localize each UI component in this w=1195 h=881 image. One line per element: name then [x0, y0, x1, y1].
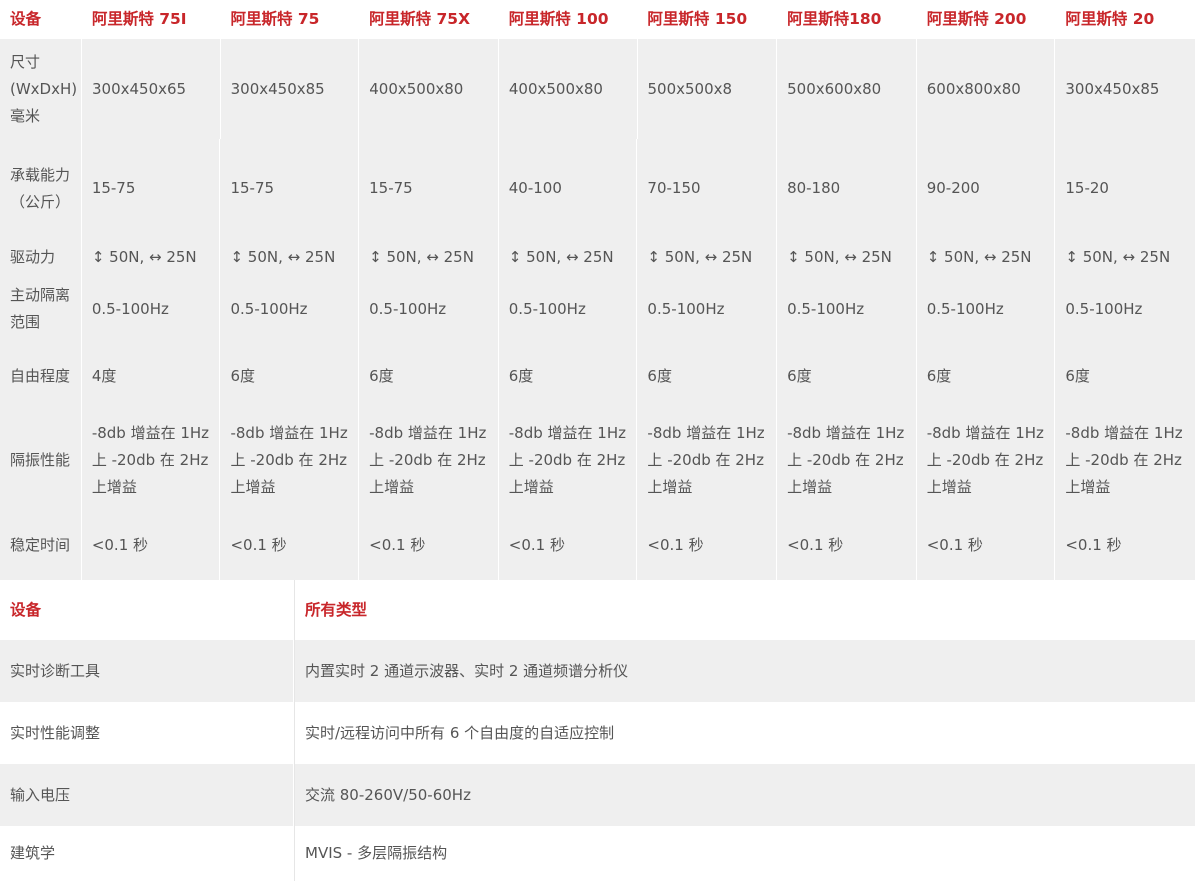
- spec-header-model: 阿里斯特 20: [1065, 10, 1155, 28]
- spec-cell: -8db 增益在 1Hz 上 -20db 在 2Hz 上增益: [499, 410, 638, 510]
- spec-cell: ↕ 50N, ↔ 25N: [637, 238, 778, 276]
- spec-cell: ↕ 50N, ↔ 25N: [917, 238, 1056, 276]
- spec-row-label: 驱动力: [0, 238, 82, 276]
- feature-row-architecture: 建筑学 MVIS - 多层隔振结构: [0, 826, 1195, 881]
- spec-cell: 0.5-100Hz: [220, 276, 360, 342]
- spec-cell: 6度: [637, 342, 778, 410]
- spec-row-label: 隔振性能: [0, 410, 82, 510]
- feature-row-input-voltage: 输入电压 交流 80-260V/50-60Hz: [0, 764, 1195, 826]
- spec-cell: <0.1 秒: [359, 510, 499, 580]
- spec-cell: 80-180: [777, 139, 917, 238]
- spec-cell: 40-100: [499, 139, 638, 238]
- spec-row-settling-time: 稳定时间 <0.1 秒 <0.1 秒 <0.1 秒 <0.1 秒 <0.1 秒 …: [0, 510, 1195, 580]
- spec-cell: -8db 增益在 1Hz 上 -20db 在 2Hz 上增益: [637, 410, 778, 510]
- spec-cell: -8db 增益在 1Hz 上 -20db 在 2Hz 上增益: [82, 410, 221, 510]
- spec-cell: 600x800x80: [917, 39, 1056, 139]
- spec-cell: 400x500x80: [359, 39, 499, 139]
- spec-cell: 70-150: [637, 139, 778, 238]
- spec-cell: 4度: [82, 342, 221, 410]
- spec-cell: 500x600x80: [777, 39, 917, 139]
- spec-cell: ↕ 50N, ↔ 25N: [1065, 247, 1171, 266]
- feature-header-row: 设备 所有类型: [0, 580, 1195, 640]
- spec-header-model: 阿里斯特 200: [917, 0, 1056, 39]
- feature-row-tuning: 实时性能调整 实时/远程访问中所有 6 个自由度的自适应控制: [0, 702, 1195, 764]
- feature-header-all-types: 所有类型: [294, 580, 1195, 640]
- spec-cell: -8db 增益在 1Hz 上 -20db 在 2Hz 上增益: [917, 410, 1056, 510]
- spec-cell: 6度: [777, 342, 917, 410]
- spec-header-model: 阿里斯特180: [777, 0, 917, 39]
- spec-cell: -8db 增益在 1Hz 上 -20db 在 2Hz 上增益: [777, 410, 917, 510]
- spec-row-label: 尺寸(WxDxH) 毫米: [0, 39, 82, 139]
- spec-cell: 15-75: [220, 139, 360, 238]
- spec-cell: <0.1 秒: [1065, 535, 1122, 554]
- spec-header-model: 阿里斯特 75: [220, 0, 360, 39]
- spec-cell: ↕ 50N, ↔ 25N: [499, 238, 638, 276]
- spec-cell: -8db 增益在 1Hz 上 -20db 在 2Hz 上增益: [220, 410, 360, 510]
- spec-cell: 300x450x85: [1065, 79, 1160, 98]
- spec-cell: 90-200: [917, 139, 1056, 238]
- spec-cell: ↕ 50N, ↔ 25N: [777, 238, 917, 276]
- spec-cell: <0.1 秒: [499, 510, 638, 580]
- feature-table: 设备 所有类型 实时诊断工具 内置实时 2 通道示波器、实时 2 通道频谱分析仪…: [0, 580, 1195, 881]
- spec-cell: 0.5-100Hz: [777, 276, 917, 342]
- spec-row-label: 主动隔离范围: [0, 276, 82, 342]
- spec-cell: -8db 增益在 1Hz 上 -20db 在 2Hz 上增益: [359, 410, 499, 510]
- spec-cell: 400x500x80: [499, 39, 638, 139]
- spec-row-isolation-range: 主动隔离范围 0.5-100Hz 0.5-100Hz 0.5-100Hz 0.5…: [0, 276, 1195, 342]
- spec-cell: 15-20: [1065, 179, 1109, 197]
- feature-row-diagnostics: 实时诊断工具 内置实时 2 通道示波器、实时 2 通道频谱分析仪: [0, 640, 1195, 702]
- spec-cell: 0.5-100Hz: [359, 276, 499, 342]
- spec-cell: ↕ 50N, ↔ 25N: [220, 238, 360, 276]
- spec-header-model: 阿里斯特 75I: [82, 0, 221, 39]
- spec-row-isolation-performance: 隔振性能 -8db 增益在 1Hz 上 -20db 在 2Hz 上增益 -8db…: [0, 410, 1195, 510]
- spec-cell: 500x500x8: [638, 39, 778, 139]
- spec-cell: 6度: [359, 342, 499, 410]
- feature-row-value: 实时/远程访问中所有 6 个自由度的自适应控制: [294, 702, 1195, 764]
- spec-cell: ↕ 50N, ↔ 25N: [359, 238, 499, 276]
- spec-cell: 0.5-100Hz: [82, 276, 221, 342]
- spec-row-degrees-of-freedom: 自由程度 4度 6度 6度 6度 6度 6度 6度 6度: [0, 342, 1195, 410]
- spec-header-device: 设备: [0, 0, 82, 39]
- spec-header-model: 阿里斯特 150: [637, 0, 778, 39]
- spec-header-row: 设备 阿里斯特 75I 阿里斯特 75 阿里斯特 75X 阿里斯特 100 阿里…: [0, 0, 1195, 39]
- spec-cell: 6度: [1065, 366, 1090, 385]
- spec-cell: <0.1 秒: [637, 510, 778, 580]
- spec-cell: ↕ 50N, ↔ 25N: [82, 238, 221, 276]
- spec-cell: -8db 增益在 1Hz 上 -20db 在 2Hz 上增益: [1065, 423, 1183, 496]
- spec-cell: 0.5-100Hz: [637, 276, 778, 342]
- spec-row-dimensions: 尺寸(WxDxH) 毫米 300x450x65 300x450x85 400x5…: [0, 39, 1195, 139]
- spec-cell: 6度: [917, 342, 1056, 410]
- spec-cell: 0.5-100Hz: [499, 276, 638, 342]
- spec-row-label: 承载能力（公斤）: [0, 139, 82, 238]
- feature-row-value: 内置实时 2 通道示波器、实时 2 通道频谱分析仪: [294, 640, 1195, 702]
- feature-row-value: MVIS - 多层隔振结构: [294, 826, 1195, 881]
- spec-cell: 15-75: [82, 139, 221, 238]
- spec-cell: 0.5-100Hz: [917, 276, 1056, 342]
- spec-cell: 6度: [220, 342, 360, 410]
- feature-row-label: 实时性能调整: [0, 702, 294, 764]
- feature-row-label: 建筑学: [0, 826, 294, 881]
- spec-row-load-capacity: 承载能力（公斤） 15-75 15-75 15-75 40-100 70-150…: [0, 139, 1195, 238]
- spec-cell: 300x450x85: [221, 39, 360, 139]
- spec-cell: <0.1 秒: [82, 510, 221, 580]
- spec-row-label: 稳定时间: [0, 510, 82, 580]
- spec-header-model: 阿里斯特 100: [499, 0, 638, 39]
- spec-row-driving-force: 驱动力 ↕ 50N, ↔ 25N ↕ 50N, ↔ 25N ↕ 50N, ↔ 2…: [0, 238, 1195, 276]
- spec-header-model: 阿里斯特 75X: [359, 0, 499, 39]
- feature-row-label: 输入电压: [0, 764, 294, 826]
- spec-cell: 15-75: [359, 139, 499, 238]
- spec-comparison-table: 设备 阿里斯特 75I 阿里斯特 75 阿里斯特 75X 阿里斯特 100 阿里…: [0, 0, 1195, 580]
- feature-row-value: 交流 80-260V/50-60Hz: [294, 764, 1195, 826]
- spec-row-label: 自由程度: [0, 342, 82, 410]
- spec-cell: 6度: [499, 342, 638, 410]
- spec-cell: <0.1 秒: [917, 510, 1056, 580]
- spec-cell: 0.5-100Hz: [1065, 299, 1143, 318]
- spec-cell: 300x450x65: [82, 39, 221, 139]
- feature-header-device: 设备: [0, 580, 294, 640]
- spec-cell: <0.1 秒: [777, 510, 917, 580]
- spec-cell: <0.1 秒: [220, 510, 360, 580]
- feature-row-label: 实时诊断工具: [0, 640, 294, 702]
